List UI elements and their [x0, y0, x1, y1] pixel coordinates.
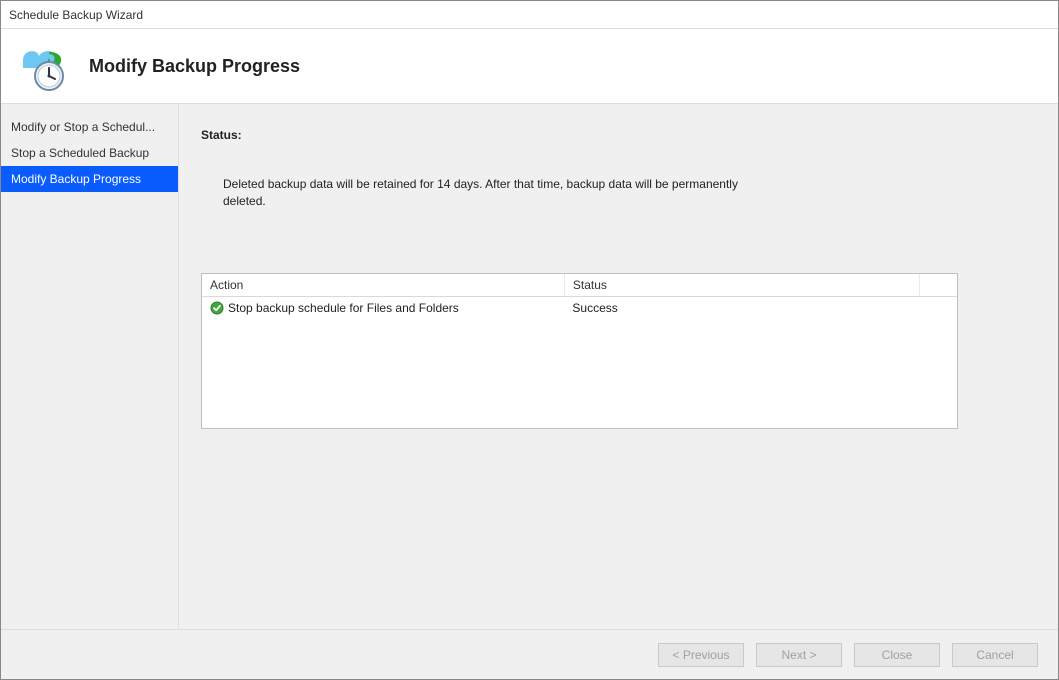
- sidebar-item-stop-scheduled[interactable]: Stop a Scheduled Backup: [1, 140, 178, 166]
- backup-clock-icon: [15, 38, 71, 94]
- close-button[interactable]: Close: [854, 643, 940, 667]
- wizard-content: Status: Deleted backup data will be reta…: [179, 104, 1058, 629]
- column-header-status[interactable]: Status: [564, 274, 919, 297]
- action-text: Stop backup schedule for Files and Folde…: [228, 301, 459, 315]
- previous-button[interactable]: < Previous: [658, 643, 744, 667]
- page-heading: Modify Backup Progress: [89, 56, 300, 77]
- status-text: Success: [564, 296, 919, 319]
- success-check-icon: [210, 301, 224, 315]
- status-label: Status:: [201, 128, 958, 142]
- sidebar-item-modify-progress[interactable]: Modify Backup Progress: [1, 166, 178, 192]
- sidebar-item-label: Modify or Stop a Schedul...: [11, 120, 155, 134]
- wizard-steps-sidebar: Modify or Stop a Schedul... Stop a Sched…: [1, 104, 179, 629]
- status-description: Deleted backup data will be retained for…: [223, 176, 743, 211]
- sidebar-item-label: Modify Backup Progress: [11, 172, 141, 186]
- window-title-text: Schedule Backup Wizard: [9, 8, 143, 22]
- next-button[interactable]: Next >: [756, 643, 842, 667]
- table-row[interactable]: Stop backup schedule for Files and Folde…: [202, 296, 957, 319]
- column-header-spacer: [919, 274, 957, 297]
- sidebar-item-modify-or-stop[interactable]: Modify or Stop a Schedul...: [1, 114, 178, 140]
- cancel-button[interactable]: Cancel: [952, 643, 1038, 667]
- sidebar-item-label: Stop a Scheduled Backup: [11, 146, 149, 160]
- column-header-action[interactable]: Action: [202, 274, 564, 297]
- progress-table: Action Status: [201, 273, 958, 429]
- wizard-footer: < Previous Next > Close Cancel: [1, 629, 1058, 679]
- wizard-header: Modify Backup Progress: [1, 29, 1058, 103]
- window-title: Schedule Backup Wizard: [1, 1, 1058, 29]
